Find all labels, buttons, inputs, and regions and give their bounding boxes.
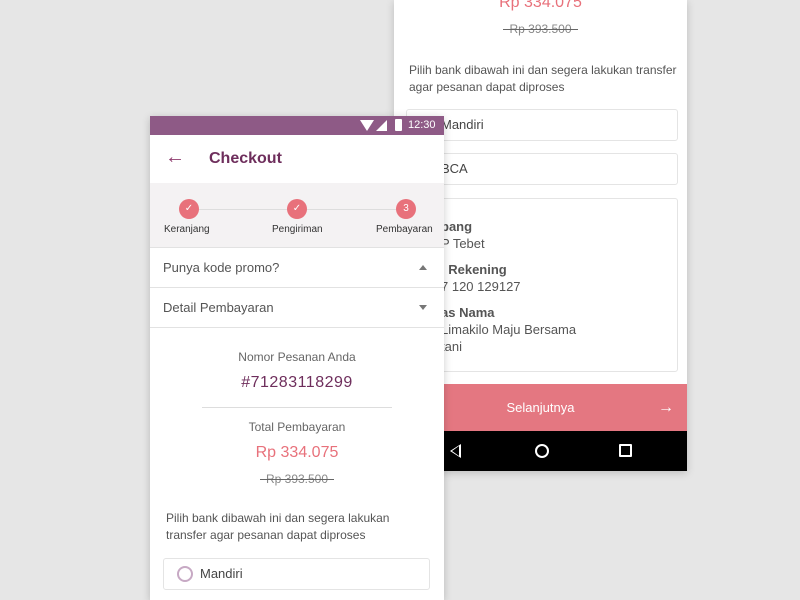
bank-detail-card: bang P Tebet . Rekening 7 120 129127 as … [406,198,678,372]
name-value-line1: Limakilo Maju Bersama [441,322,577,337]
bank-instruction: Pilih bank dibawah ini dan segera lakuka… [166,511,390,542]
step-check-icon: ✓ [179,199,199,219]
order-number-label: Nomor Pesanan Anda [238,350,356,364]
bank-option-mandiri[interactable]: Mandiri [406,109,678,141]
total-price: Rp 334.075 [255,444,339,461]
step-number-badge: 3 [396,199,416,219]
wifi-icon [360,120,374,131]
status-bar: 12:30 [150,116,444,135]
account-label: . Rekening [441,262,507,277]
chevron-down-icon [419,305,427,310]
checkout-stepper: ✓ Keranjang ✓ Pengiriman 3 Pembayaran [150,183,444,248]
radio-icon [177,566,193,582]
page-title: Checkout [209,150,282,167]
order-summary: Nomor Pesanan Anda #71283118299 Total Pe… [150,328,444,600]
arrow-right-icon: → [658,399,674,416]
status-time: 12:30 [408,119,436,131]
step-label-keranjang: Keranjang [164,224,210,235]
bank-label: Mandiri [200,566,243,581]
nav-back-icon[interactable] [450,444,461,458]
step-label-pembayaran: Pembayaran [376,224,433,235]
bank-instruction: Pilih bank dibawah ini dan segera lakuka… [409,63,677,94]
total-label: Total Pembayaran [248,420,346,434]
name-value-line2: tani [441,339,462,354]
nav-home-icon[interactable] [535,444,549,458]
chevron-up-icon [419,265,427,270]
step-label-pengiriman: Pengiriman [272,224,323,235]
branch-label: bang [441,219,473,234]
branch-value: P Tebet [441,236,485,251]
step-check-icon: ✓ [287,199,307,219]
bank-label: BCA [441,161,468,176]
back-arrow-icon[interactable]: ← [165,147,185,167]
payment-detail-label: Detail Pembayaran [163,300,274,315]
bank-label: Mandiri [441,117,484,132]
signal-icon [376,120,387,131]
divider [202,407,392,408]
app-bar: ← Checkout [150,135,444,183]
front-phone-screen: 12:30 ← Checkout ✓ Keranjang ✓ Pengirima… [150,116,444,600]
order-number: #71283118299 [241,374,353,391]
promo-code-toggle[interactable]: Punya kode promo? [150,248,444,288]
name-label: as Nama [441,305,495,320]
battery-icon [395,119,402,131]
promo-label: Punya kode promo? [163,260,280,275]
original-price: Rp 393.500 [150,472,444,486]
payment-detail-toggle[interactable]: Detail Pembayaran [150,288,444,328]
nav-recents-icon[interactable] [619,444,632,457]
next-label: Selanjutnya [506,400,575,415]
original-price: Rp 393.500 [394,22,687,36]
bank-option-mandiri[interactable]: Mandiri [163,558,430,590]
total-price: Rp 334.075 [499,0,582,11]
bank-option-bca[interactable]: BCA [406,153,678,185]
account-value: 7 120 129127 [441,279,521,294]
